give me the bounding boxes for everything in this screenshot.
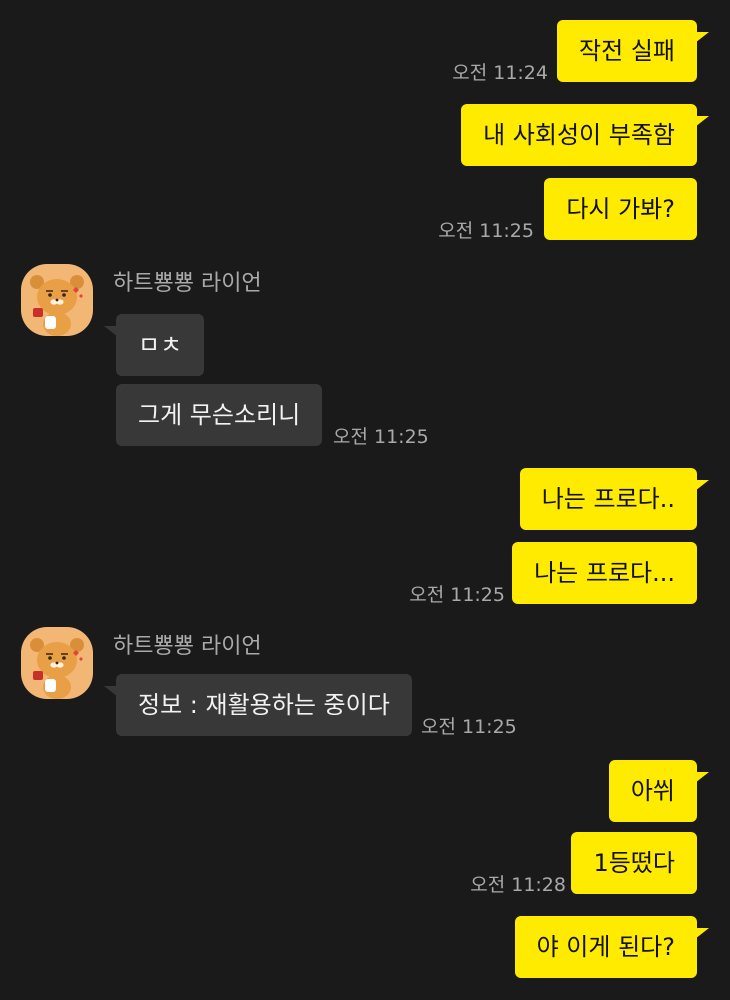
profile-avatar[interactable] <box>21 264 93 336</box>
my-message-bubble[interactable]: 내 사회성이 부족함 <box>461 104 709 166</box>
sender-name: 하트뿅뿅 라이언 <box>113 271 262 296</box>
other-message-bubble[interactable]: 그게 무슨소리니 <box>116 384 323 446</box>
my-message-bubble[interactable]: 나는 프로다... <box>512 542 697 604</box>
message-timestamp: 오전 11:28 <box>470 874 566 896</box>
message-timestamp: 오전 11:25 <box>438 220 534 242</box>
message-timestamp: 오전 11:25 <box>421 716 517 738</box>
chat-area: 작전 실패 오전 11:24 내 사회성이 부족함 다시 가봐? 오전 11:2… <box>0 0 730 1000</box>
sender-name: 하트뿅뿅 라이언 <box>113 634 262 659</box>
my-message-bubble[interactable]: 아쒸 <box>608 760 710 822</box>
lion-character-icon <box>30 638 84 699</box>
lion-character-icon <box>30 275 84 336</box>
other-message-bubble[interactable]: ㅁㅊ <box>103 314 205 376</box>
message-timestamp: 오전 11:25 <box>333 426 429 448</box>
profile-avatar[interactable] <box>21 627 93 699</box>
my-message-bubble[interactable]: 1등떴다 <box>571 832 697 894</box>
my-message-bubble[interactable]: 다시 가봐? <box>544 178 697 240</box>
my-message-bubble[interactable]: 나는 프로다.. <box>519 468 710 530</box>
message-timestamp: 오전 11:25 <box>409 584 505 606</box>
other-message-bubble[interactable]: 정보 : 재활용하는 중이다 <box>104 674 412 736</box>
message-timestamp: 오전 11:24 <box>452 62 548 84</box>
my-message-bubble[interactable]: 야 이게 된다? <box>514 916 710 978</box>
my-message-bubble[interactable]: 작전 실패 <box>557 20 709 82</box>
